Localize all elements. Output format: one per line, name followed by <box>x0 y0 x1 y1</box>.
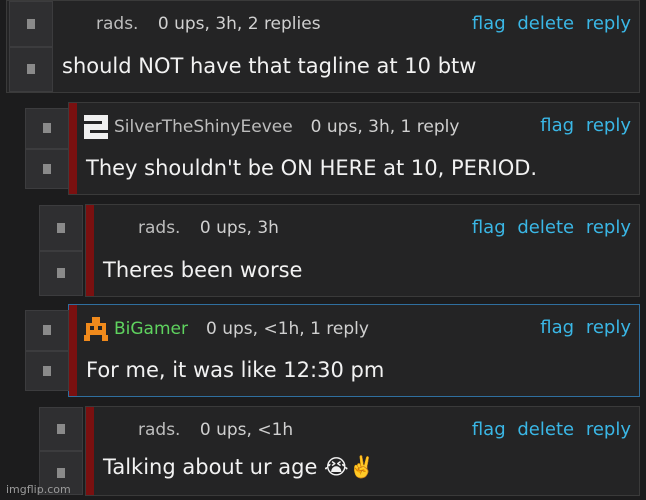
vote-column <box>39 205 83 296</box>
comment-username[interactable]: BiGamer <box>114 319 188 339</box>
comment-text: For me, it was like 12:30 pm <box>86 358 385 382</box>
upvote-button[interactable] <box>25 310 69 351</box>
downvote-icon <box>27 64 35 75</box>
downvote-button[interactable] <box>25 350 69 391</box>
upvote-icon <box>57 424 65 434</box>
flag-link[interactable]: flag <box>540 317 574 338</box>
comment-meta: 0 ups, 3h, 1 reply <box>310 117 460 137</box>
downvote-icon <box>43 163 51 174</box>
comment-1: rads. 0 ups, 3h, 2 replies flag delete r… <box>6 0 640 93</box>
vote-column <box>9 1 53 92</box>
comment-3: rads. 0 ups, 3h flag delete reply Theres… <box>39 204 640 297</box>
comment-4: BiGamer 0 ups, <1h, 1 reply flag reply F… <box>25 304 640 397</box>
comment-text: Theres been worse <box>103 258 303 282</box>
upvote-button[interactable] <box>25 108 69 149</box>
upvote-icon <box>27 18 35 29</box>
flag-link[interactable]: flag <box>472 217 506 238</box>
flag-link[interactable]: flag <box>540 115 574 136</box>
orange-robot-icon[interactable] <box>82 315 110 343</box>
downvote-icon <box>43 365 51 376</box>
comment-text: They shouldn't be ON HERE at 10, PERIOD. <box>86 156 538 180</box>
upvote-button[interactable] <box>39 205 83 251</box>
upvote-button[interactable] <box>39 407 83 451</box>
comment-username[interactable]: rads. <box>96 14 138 34</box>
upvote-icon <box>43 123 51 134</box>
delete-link[interactable]: delete <box>517 217 574 238</box>
downvote-icon <box>57 468 65 478</box>
silver-s-logo-icon[interactable] <box>82 113 110 141</box>
flag-link[interactable]: flag <box>472 419 506 440</box>
comment-username[interactable]: rads. <box>138 420 180 440</box>
delete-link[interactable]: delete <box>517 419 574 440</box>
comment-meta: 0 ups, <1h, 1 reply <box>206 319 369 339</box>
downvote-icon <box>57 268 65 279</box>
reply-link[interactable]: reply <box>586 217 631 238</box>
upvote-icon <box>57 222 65 233</box>
comment-5: rads. 0 ups, <1h flag delete reply Talki… <box>39 406 640 496</box>
comment-username[interactable]: rads. <box>138 218 180 238</box>
comment-meta: 0 ups, 3h, 2 replies <box>157 14 321 34</box>
comment-text: should NOT have that tagline at 10 btw <box>62 54 477 78</box>
comment-meta: 0 ups, <1h <box>199 420 294 440</box>
delete-link[interactable]: delete <box>517 13 574 34</box>
downvote-button[interactable] <box>25 148 69 189</box>
reply-link[interactable]: reply <box>586 13 631 34</box>
imgflip-watermark: imgflip.com <box>6 483 71 496</box>
comment-meta: 0 ups, 3h <box>199 218 279 238</box>
reply-link[interactable]: reply <box>586 317 631 338</box>
upvote-icon <box>43 325 51 336</box>
downvote-button[interactable] <box>9 46 53 92</box>
vote-column <box>25 310 69 391</box>
comment-text: Talking about ur age 😭✌️ <box>103 455 375 479</box>
vote-column <box>39 407 83 495</box>
upvote-button[interactable] <box>9 1 53 47</box>
vote-column <box>25 108 69 189</box>
comment-2: SilverTheShinyEevee 0 ups, 3h, 1 reply f… <box>25 102 640 195</box>
flag-link[interactable]: flag <box>472 13 506 34</box>
reply-link[interactable]: reply <box>586 419 631 440</box>
comment-username[interactable]: SilverTheShinyEevee <box>114 117 293 137</box>
reply-link[interactable]: reply <box>586 115 631 136</box>
downvote-button[interactable] <box>39 250 83 296</box>
